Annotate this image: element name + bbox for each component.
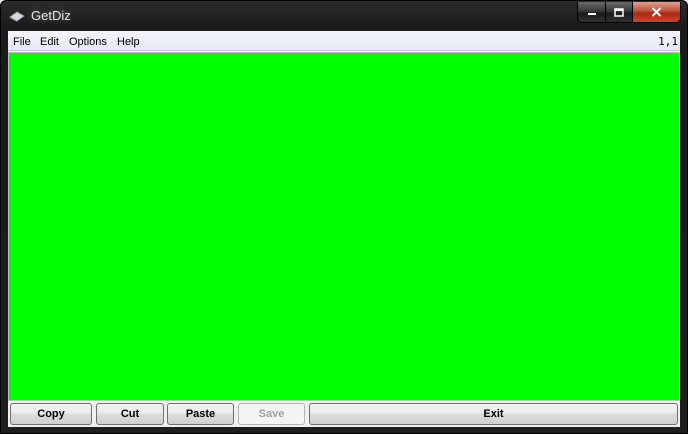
window-title: GetDiz: [31, 8, 71, 23]
close-icon: [651, 7, 662, 17]
title-bar[interactable]: GetDiz: [1, 1, 687, 31]
close-button[interactable]: [632, 2, 680, 22]
exit-button[interactable]: Exit: [309, 403, 678, 425]
app-icon: [9, 11, 25, 22]
client-area: File Edit Options Help 1,1 Copy Cut Past…: [8, 31, 680, 427]
menu-edit[interactable]: Edit: [40, 36, 59, 48]
maximize-icon: [614, 7, 624, 17]
cut-button[interactable]: Cut: [96, 403, 164, 425]
menu-bar: File Edit Options Help 1,1: [8, 31, 680, 51]
text-editor[interactable]: [8, 52, 680, 401]
cursor-position: 1,1: [658, 35, 678, 48]
minimize-button[interactable]: [578, 2, 605, 22]
menu-options[interactable]: Options: [69, 36, 107, 48]
maximize-button[interactable]: [605, 2, 632, 22]
save-button[interactable]: Save: [238, 403, 305, 425]
minimize-icon: [587, 13, 596, 15]
copy-button[interactable]: Copy: [10, 403, 92, 425]
button-bar: Copy Cut Paste Save Exit: [8, 402, 680, 427]
caption-buttons: [577, 2, 681, 23]
menu-file[interactable]: File: [13, 36, 31, 48]
menu-help[interactable]: Help: [117, 36, 140, 48]
app-window: GetDiz File Edit Options Help 1,1 Copy C…: [0, 0, 688, 434]
paste-button[interactable]: Paste: [167, 403, 234, 425]
